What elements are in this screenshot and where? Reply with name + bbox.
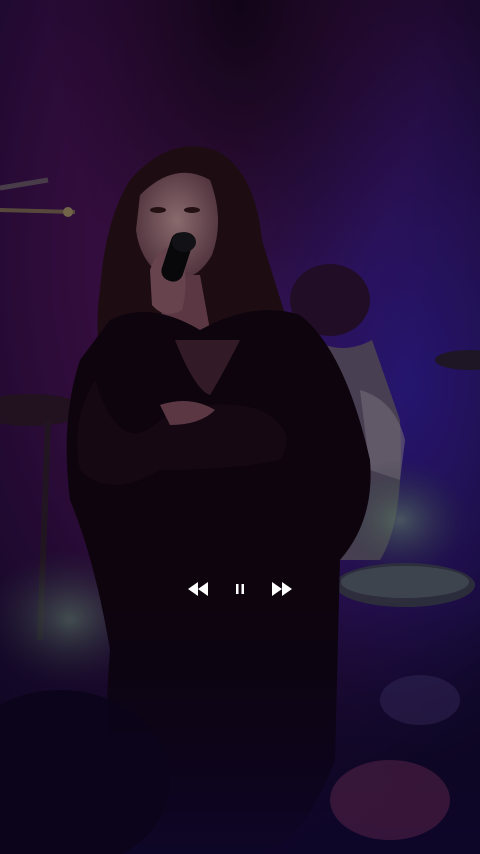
rewind-button[interactable] (184, 575, 212, 603)
video-dim-overlay (0, 0, 480, 854)
rewind-icon (188, 582, 208, 596)
fast-forward-button[interactable] (268, 575, 296, 603)
video-player[interactable] (0, 0, 480, 854)
pause-button[interactable] (226, 575, 254, 603)
playback-controls (0, 572, 480, 606)
fast-forward-icon (272, 582, 292, 596)
pause-icon (236, 584, 244, 594)
